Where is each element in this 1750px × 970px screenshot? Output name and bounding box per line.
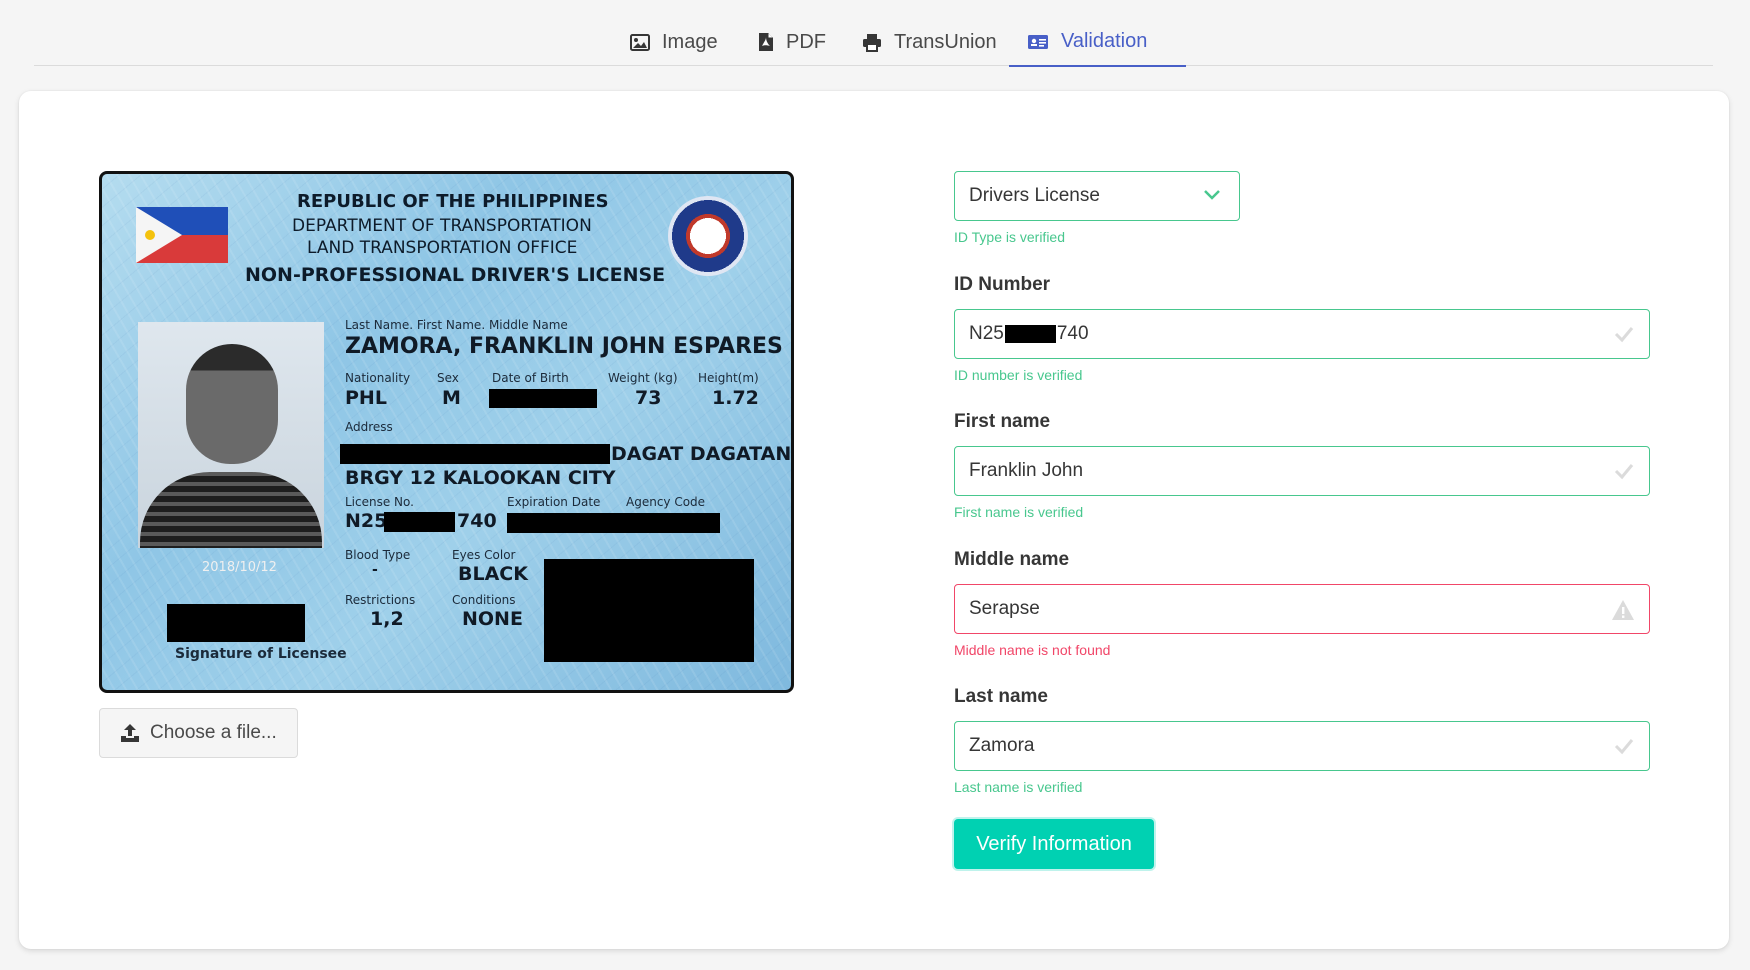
weight-label: Weight (kg)	[608, 371, 678, 385]
eyes-color-label: Eyes Color	[452, 548, 516, 562]
lto-seal-icon	[668, 196, 748, 276]
printer-icon	[863, 33, 881, 52]
sex-label: Sex	[437, 371, 459, 385]
id-number-help: ID number is verified	[954, 367, 1083, 383]
check-icon	[1614, 464, 1634, 480]
id-number-prefix: N25	[969, 323, 1004, 344]
tab-image[interactable]: Image	[612, 18, 736, 66]
last-name-value: Zamora	[969, 735, 1035, 756]
address-line1: DAGAT DAGATAN	[611, 443, 792, 465]
card-header-license-type: NON-PROFESSIONAL DRIVER'S LICENSE	[245, 264, 666, 286]
tab-validation[interactable]: Validation	[1009, 18, 1186, 67]
address-label: Address	[345, 420, 393, 434]
card-header-office: LAND TRANSPORTATION OFFICE	[307, 238, 578, 258]
conditions-label: Conditions	[452, 593, 516, 607]
card-header-republic: REPUBLIC OF THE PHILIPPINES	[297, 191, 609, 212]
first-name-label: First name	[954, 411, 1051, 432]
choose-file-label: Choose a file...	[150, 722, 277, 743]
expiration-label: Expiration Date	[507, 495, 601, 509]
license-no-prefix: N25	[345, 510, 388, 532]
id-card-icon	[1028, 34, 1048, 49]
signature-label: Signature of Licensee	[175, 646, 347, 662]
id-type-select[interactable]: Drivers License	[954, 171, 1240, 221]
height-label: Height(m)	[698, 371, 759, 385]
last-name-label: Last name	[954, 686, 1048, 707]
middle-name-input[interactable]: Serapse	[954, 584, 1650, 634]
choose-file-button[interactable]: Choose a file...	[99, 708, 298, 758]
name-label: Last Name. First Name. Middle Name	[345, 318, 568, 332]
tab-validation-label: Validation	[1061, 30, 1148, 52]
check-icon	[1614, 327, 1634, 343]
license-no-suffix: 740	[457, 510, 497, 532]
middle-name-help: Middle name is not found	[954, 642, 1111, 658]
redaction-signature-block	[544, 559, 754, 662]
name-value: ZAMORA, FRANKLIN JOHN ESPARES	[345, 334, 783, 359]
restrictions-label: Restrictions	[345, 593, 416, 607]
id-card-image: REPUBLIC OF THE PHILIPPINES DEPARTMENT O…	[99, 171, 794, 693]
first-name-help: First name is verified	[954, 504, 1084, 520]
id-type-value: Drivers License	[969, 185, 1100, 206]
agency-code-label: Agency Code	[626, 495, 706, 509]
sex-value: M	[442, 387, 461, 409]
check-icon	[1614, 739, 1634, 755]
last-name-help: Last name is verified	[954, 779, 1083, 795]
nationality-value: PHL	[345, 387, 387, 409]
card-header-department: DEPARTMENT OF TRANSPORTATION	[292, 216, 592, 236]
warning-icon	[1612, 600, 1634, 620]
tab-transunion-label: TransUnion	[894, 30, 997, 53]
pdf-icon	[759, 33, 773, 51]
license-no-label: License No.	[345, 495, 414, 509]
redaction-dob	[489, 389, 597, 408]
tab-pdf-label: PDF	[786, 30, 826, 53]
tab-bar: Image PDF TransUnion Validation	[34, 18, 1713, 67]
address-line2: BRGY 12 KALOOKAN CITY	[345, 467, 616, 489]
tab-pdf[interactable]: PDF	[740, 18, 844, 66]
chevron-down-icon	[1204, 190, 1220, 200]
philippine-flag-icon	[136, 207, 228, 263]
middle-name-value: Serapse	[969, 598, 1040, 619]
licensee-photo	[138, 322, 324, 548]
upload-icon	[121, 724, 139, 742]
id-number-input[interactable]: N25 740	[954, 309, 1650, 359]
validation-card: REPUBLIC OF THE PHILIPPINES DEPARTMENT O…	[19, 91, 1729, 949]
middle-name-label: Middle name	[954, 549, 1070, 570]
photo-date: 2018/10/12	[202, 560, 277, 575]
nationality-label: Nationality	[345, 371, 411, 385]
redaction-id-number	[1004, 325, 1056, 343]
redaction-license-no	[384, 512, 455, 532]
redaction-expiration	[507, 513, 720, 533]
blood-type-label: Blood Type	[345, 548, 411, 562]
verify-information-button[interactable]: Verify Information	[954, 819, 1154, 869]
eyes-color-value: BLACK	[458, 563, 528, 585]
first-name-value: Franklin John	[969, 460, 1084, 481]
id-number-suffix: 740	[1056, 323, 1089, 344]
id-type-help: ID Type is verified	[954, 229, 1066, 245]
weight-value: 73	[635, 387, 662, 409]
blood-type-value: -	[372, 562, 378, 578]
redaction-signature	[167, 604, 305, 642]
dob-label: Date of Birth	[492, 371, 569, 385]
restrictions-value: 1,2	[370, 608, 404, 630]
image-icon	[630, 33, 650, 51]
first-name-input[interactable]: Franklin John	[954, 446, 1650, 496]
tab-transunion[interactable]: TransUnion	[844, 18, 1015, 66]
conditions-value: NONE	[462, 608, 523, 630]
id-number-label: ID Number	[954, 274, 1051, 295]
height-value: 1.72	[712, 387, 759, 409]
tab-image-label: Image	[662, 30, 718, 53]
redaction-address	[340, 444, 610, 464]
last-name-input[interactable]: Zamora	[954, 721, 1650, 771]
